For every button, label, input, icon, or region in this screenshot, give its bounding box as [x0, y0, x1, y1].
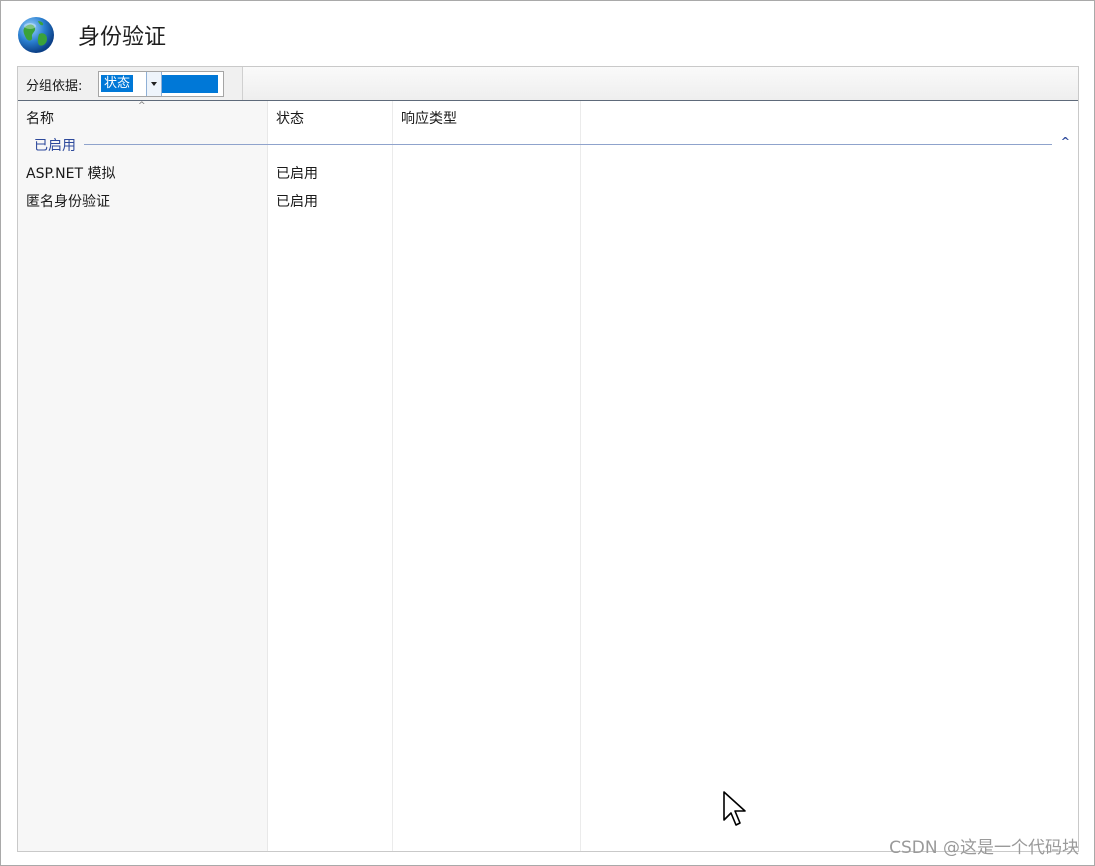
table-row[interactable]: 匿名身份验证 已启用 — [18, 186, 1078, 212]
column-header-response-type[interactable]: 响应类型 — [401, 108, 457, 128]
sort-ascending-icon: ^ — [138, 101, 146, 111]
features-list-panel: 分组依据: 状态 ^ 名称 状态 响应类型 已启用 ^ ASP.NET 模拟 已… — [17, 66, 1079, 852]
name-column-background — [18, 101, 268, 851]
group-by-selected-value: 状态 — [101, 75, 134, 92]
row-status: 已启用 — [276, 194, 318, 210]
chevron-down-icon — [151, 82, 157, 86]
page-title: 身份验证 — [78, 25, 167, 50]
globe-icon — [18, 17, 54, 53]
table-row[interactable]: ASP.NET 模拟 已启用 — [18, 158, 1078, 184]
mouse-pointer-icon — [723, 791, 746, 826]
column-divider — [580, 101, 581, 851]
group-by-dropdown-button[interactable] — [146, 72, 162, 96]
group-by-label: 分组依据: — [26, 79, 83, 94]
collapse-icon[interactable]: ^ — [1061, 135, 1070, 148]
page-header: 身份验证 — [16, 14, 166, 56]
row-name: ASP.NET 模拟 — [26, 166, 116, 182]
group-label: 已启用 — [34, 138, 76, 154]
selection-highlight — [162, 75, 218, 93]
group-header-enabled[interactable]: 已启用 ^ — [18, 131, 1078, 157]
toolbar-group: 分组依据: 状态 — [18, 67, 243, 100]
row-name: 匿名身份验证 — [26, 194, 110, 210]
row-status: 已启用 — [276, 166, 318, 182]
group-by-toolbar: 分组依据: 状态 — [18, 67, 1078, 101]
group-by-select[interactable]: 状态 — [98, 71, 224, 97]
watermark-text: CSDN @这是一个代码块 — [889, 838, 1079, 858]
column-header-name[interactable]: 名称 — [26, 108, 54, 128]
column-header-status[interactable]: 状态 — [276, 108, 304, 128]
group-divider — [84, 144, 1052, 145]
column-divider — [392, 101, 393, 851]
